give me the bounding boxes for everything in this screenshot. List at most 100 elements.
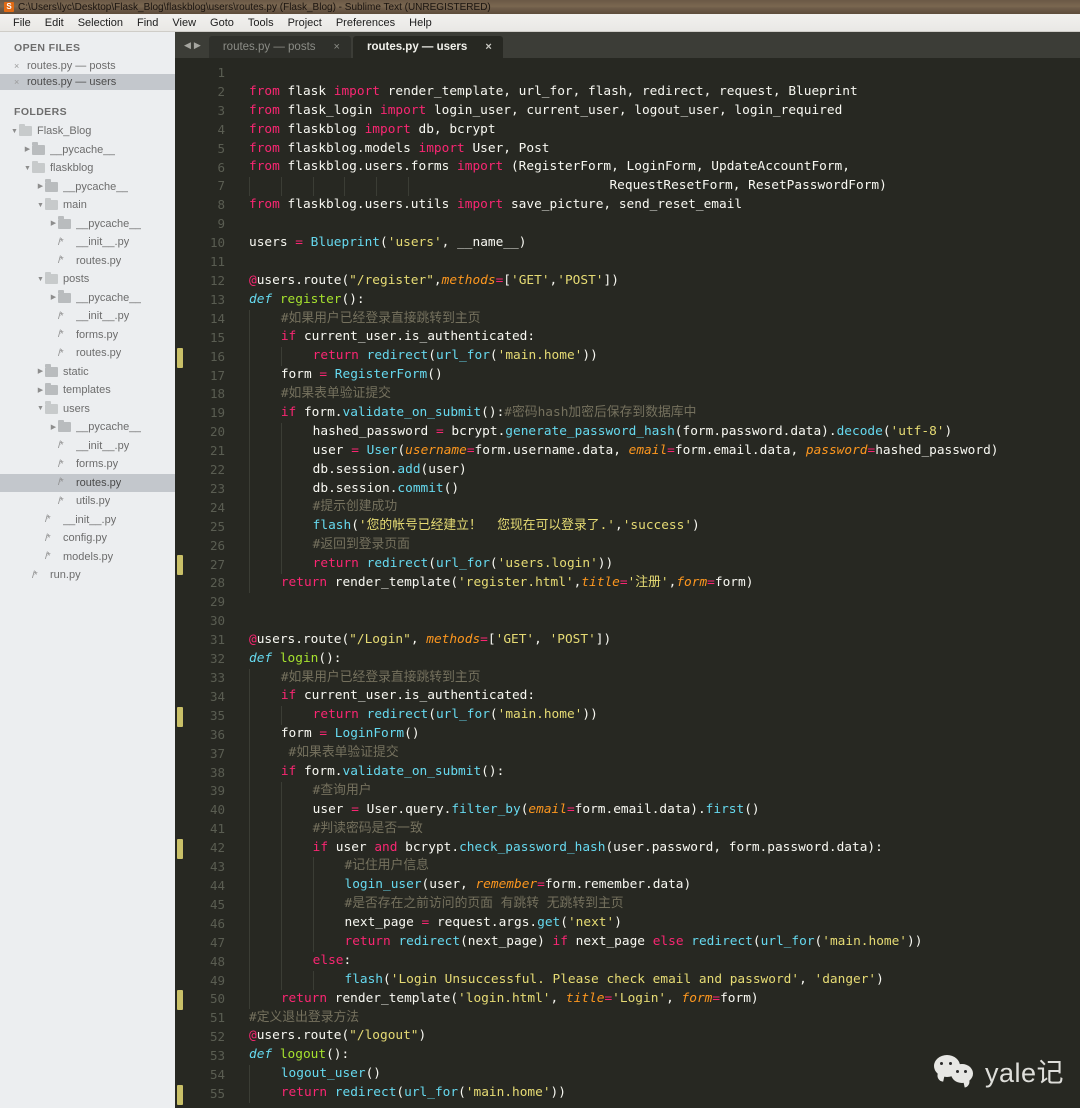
code-line[interactable]: login_user(user, remember=form.remember.… xyxy=(249,876,1080,896)
code-line[interactable]: logout_user() xyxy=(249,1065,1080,1085)
code-line[interactable]: #如果表单验证提交 xyxy=(249,385,1080,405)
code-line[interactable]: next_page = request.args.get('next') xyxy=(249,914,1080,933)
code-line[interactable]: flash('您的帐号已经建立！ 您现在可以登录了.','success') xyxy=(249,517,1080,537)
code-line[interactable]: if form.validate_on_submit(): xyxy=(249,762,1080,782)
menu-item-project[interactable]: Project xyxy=(281,16,329,30)
code-line[interactable]: #查询用户 xyxy=(249,781,1080,801)
code-line[interactable]: else: xyxy=(249,951,1080,971)
tree-folder-row[interactable]: ▼ posts xyxy=(0,270,175,289)
code-line[interactable] xyxy=(249,64,1080,83)
tree-file-row[interactable]: /* __init__.py xyxy=(0,511,175,530)
tree-file-row[interactable]: /* forms.py xyxy=(0,455,175,474)
menu-item-help[interactable]: Help xyxy=(402,16,439,30)
code-line[interactable]: form = RegisterForm() xyxy=(249,366,1080,386)
menu-item-file[interactable]: File xyxy=(6,16,38,30)
tree-folder-row[interactable]: ▶ __pycache__ xyxy=(0,215,175,234)
code-line[interactable]: #如果表单验证提交 xyxy=(249,744,1080,763)
code-line[interactable]: if user and bcrypt.check_password_hash(u… xyxy=(249,838,1080,858)
chevron-right-icon[interactable]: ▶ xyxy=(36,183,45,190)
tree-folder-row[interactable]: ▼ flaskblog xyxy=(0,159,175,178)
chevron-down-icon[interactable]: ▼ xyxy=(36,202,45,209)
code-line[interactable] xyxy=(249,253,1080,272)
code-line[interactable]: from flaskblog.users.forms import (Regis… xyxy=(249,158,1080,177)
tree-folder-row[interactable]: ▼ users xyxy=(0,400,175,419)
code-line[interactable]: #判读密码是否一致 xyxy=(249,819,1080,839)
open-file-item[interactable]: × routes.py — users xyxy=(0,74,175,90)
code-line[interactable]: hashed_password = bcrypt.generate_passwo… xyxy=(249,422,1080,442)
tab-close-icon[interactable]: × xyxy=(334,41,340,53)
code-line[interactable]: #如果用户已经登录直接跳转到主页 xyxy=(249,668,1080,688)
code-line[interactable]: #如果用户已经登录直接跳转到主页 xyxy=(249,309,1080,329)
tab-nav-arrows[interactable]: ◀ ▶ xyxy=(175,32,209,58)
code-line[interactable] xyxy=(249,1103,1080,1108)
close-icon[interactable]: × xyxy=(14,61,21,71)
code-line[interactable]: @users.route("/register",methods=['GET',… xyxy=(249,272,1080,291)
tree-folder-row[interactable]: ▼ Flask_Blog xyxy=(0,122,175,141)
chevron-right-icon[interactable]: ▶ xyxy=(49,220,58,227)
chevron-right-icon[interactable]: ▶ xyxy=(36,368,45,375)
tree-folder-row[interactable]: ▶ __pycache__ xyxy=(0,141,175,160)
code-line[interactable]: return redirect(url_for('main.home')) xyxy=(249,347,1080,367)
chevron-right-icon[interactable]: ▶ xyxy=(36,387,45,394)
tree-file-row[interactable]: /* utils.py xyxy=(0,492,175,511)
code-line[interactable]: def logout(): xyxy=(249,1046,1080,1065)
tree-file-row[interactable]: /* models.py xyxy=(0,548,175,567)
tree-file-row[interactable]: /* __init__.py xyxy=(0,233,175,252)
code-line[interactable]: from flask import render_template, url_f… xyxy=(249,83,1080,102)
tree-folder-row[interactable]: ▶ __pycache__ xyxy=(0,178,175,197)
code-line[interactable]: flash('Login Unsuccessful. Please check … xyxy=(249,970,1080,990)
code-line[interactable]: if current_user.is_authenticated: xyxy=(249,687,1080,707)
tree-file-row[interactable]: /* forms.py xyxy=(0,326,175,345)
open-file-item[interactable]: × routes.py — posts xyxy=(0,58,175,74)
code-line[interactable]: form = LoginForm() xyxy=(249,725,1080,745)
code-line[interactable]: users = Blueprint('users', __name__) xyxy=(249,234,1080,253)
code-line[interactable]: return redirect(url_for('main.home')) xyxy=(249,1084,1080,1103)
menu-item-tools[interactable]: Tools xyxy=(241,16,281,30)
tree-file-row[interactable]: /* run.py xyxy=(0,566,175,585)
code-line[interactable]: @users.route("/logout") xyxy=(249,1027,1080,1046)
chevron-right-icon[interactable]: ▶ xyxy=(49,294,58,301)
tree-folder-row[interactable]: ▼ main xyxy=(0,196,175,215)
menu-item-edit[interactable]: Edit xyxy=(38,16,71,30)
chevron-down-icon[interactable]: ▼ xyxy=(36,405,45,412)
nav-prev-icon[interactable]: ◀ xyxy=(184,40,191,51)
code-line[interactable]: RequestResetForm, ResetPasswordForm) xyxy=(249,177,1080,197)
chevron-down-icon[interactable]: ▼ xyxy=(36,276,45,283)
menu-item-selection[interactable]: Selection xyxy=(71,16,130,30)
code-line[interactable]: from flaskblog.models import User, Post xyxy=(249,140,1080,159)
code-line[interactable]: #是否存在之前访问的页面 有跳转 无跳转到主页 xyxy=(249,895,1080,915)
change-marker-strip[interactable] xyxy=(175,58,189,1108)
code-line[interactable]: #记住用户信息 xyxy=(249,857,1080,877)
tree-folder-row[interactable]: ▶ templates xyxy=(0,381,175,400)
code-line[interactable]: return redirect(url_for('users.login')) xyxy=(249,555,1080,575)
chevron-right-icon[interactable]: ▶ xyxy=(23,146,32,153)
close-icon[interactable]: × xyxy=(14,77,21,87)
code-line[interactable] xyxy=(249,612,1080,631)
code-line[interactable]: if form.validate_on_submit():#密码hash加密后保… xyxy=(249,404,1080,423)
editor-tab[interactable]: routes.py — posts × xyxy=(208,36,351,58)
code-line[interactable]: return redirect(next_page) if next_page … xyxy=(249,932,1080,952)
tree-file-row[interactable]: /* config.py xyxy=(0,529,175,548)
code-line[interactable]: db.session.add(user) xyxy=(249,460,1080,480)
tab-close-icon[interactable]: × xyxy=(485,41,491,53)
code-line[interactable]: user = User.query.filter_by(email=form.e… xyxy=(249,800,1080,820)
chevron-down-icon[interactable]: ▼ xyxy=(23,165,32,172)
menu-item-preferences[interactable]: Preferences xyxy=(329,16,402,30)
code-line[interactable]: user = User(username=form.username.data,… xyxy=(249,441,1080,461)
code-line[interactable]: def login(): xyxy=(249,650,1080,669)
tree-folder-row[interactable]: ▶ __pycache__ xyxy=(0,418,175,437)
code-line[interactable]: from flaskblog import db, bcrypt xyxy=(249,121,1080,140)
tree-folder-row[interactable]: ▶ static xyxy=(0,363,175,382)
tree-file-row[interactable]: /* __init__.py xyxy=(0,437,175,456)
tree-folder-row[interactable]: ▶ __pycache__ xyxy=(0,289,175,308)
code-line[interactable]: #定义退出登录方法 xyxy=(249,1009,1080,1028)
code-line[interactable]: #提示创建成功 xyxy=(249,498,1080,518)
chevron-down-icon[interactable]: ▼ xyxy=(10,128,19,135)
code-line[interactable]: return render_template('register.html',t… xyxy=(249,574,1080,593)
nav-next-icon[interactable]: ▶ xyxy=(194,40,201,51)
code-line[interactable]: return render_template('login.html', tit… xyxy=(249,989,1080,1009)
code-line[interactable]: from flask_login import login_user, curr… xyxy=(249,102,1080,121)
menu-item-view[interactable]: View xyxy=(165,16,203,30)
code-line[interactable]: if current_user.is_authenticated: xyxy=(249,328,1080,348)
code-line[interactable]: def register(): xyxy=(249,291,1080,310)
